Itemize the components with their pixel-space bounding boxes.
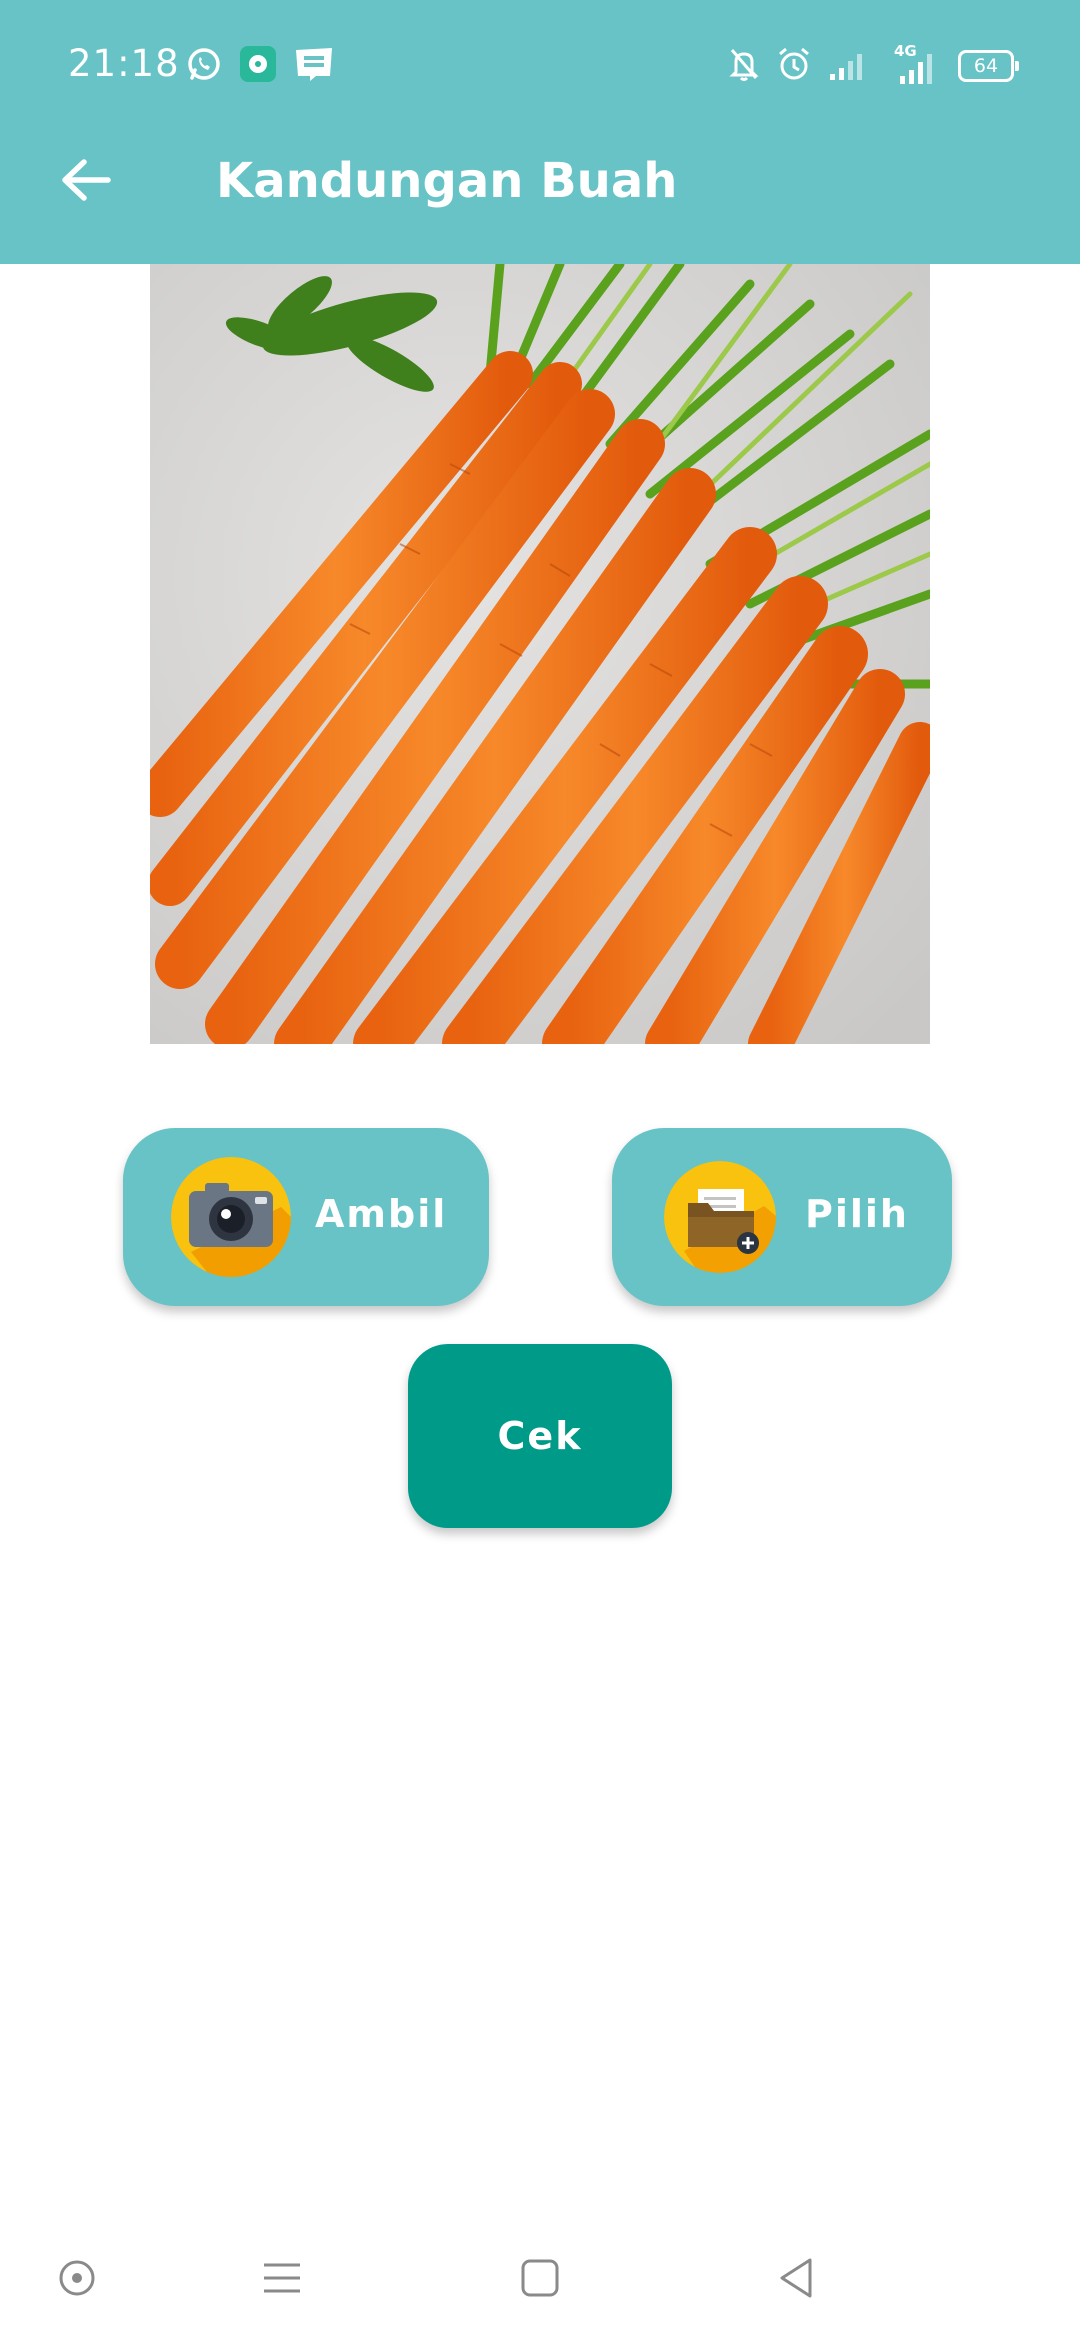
status-left-icons	[186, 44, 334, 88]
folder-add-icon	[664, 1161, 776, 1273]
whatsapp-icon	[186, 46, 222, 86]
home-button[interactable]	[510, 2250, 570, 2310]
pilih-label: Pilih	[805, 1192, 909, 1236]
arrow-left-icon	[60, 158, 112, 206]
camera-icon	[171, 1157, 291, 1277]
ambil-label: Ambil	[315, 1192, 448, 1236]
webtoon-icon	[294, 46, 334, 86]
carrots-photo	[150, 264, 930, 1044]
cek-button[interactable]: Cek	[408, 1344, 672, 1528]
battery-icon: 64	[958, 50, 1019, 82]
notifications-off-icon	[728, 46, 760, 86]
menu-button[interactable]	[252, 2250, 312, 2310]
signal-4g-icon: 4G	[886, 42, 942, 86]
system-nav-bar	[0, 2220, 1080, 2340]
alarm-icon	[776, 46, 812, 86]
assistant-button[interactable]	[47, 2250, 107, 2310]
status-right-icons: 4G 64	[728, 42, 1019, 88]
signal-icon	[828, 46, 870, 86]
back-icon	[776, 2256, 816, 2304]
back-nav-button[interactable]	[766, 2250, 826, 2310]
home-icon	[520, 2258, 560, 2302]
chat-app-icon	[240, 46, 276, 86]
ambil-button[interactable]: Ambil	[123, 1128, 489, 1306]
page-title: Kandungan Buah	[216, 153, 678, 209]
screen: 21:18 4G 64 Kandungan Buah Ambil Pilih C…	[0, 0, 1080, 2340]
pilih-button[interactable]: Pilih	[612, 1128, 952, 1306]
assistant-icon	[57, 2258, 97, 2302]
app-bar: 21:18 4G 64 Kandungan Buah	[0, 0, 1080, 264]
menu-icon	[261, 2260, 303, 2300]
back-button[interactable]	[50, 146, 122, 218]
status-time: 21:18	[68, 42, 180, 85]
